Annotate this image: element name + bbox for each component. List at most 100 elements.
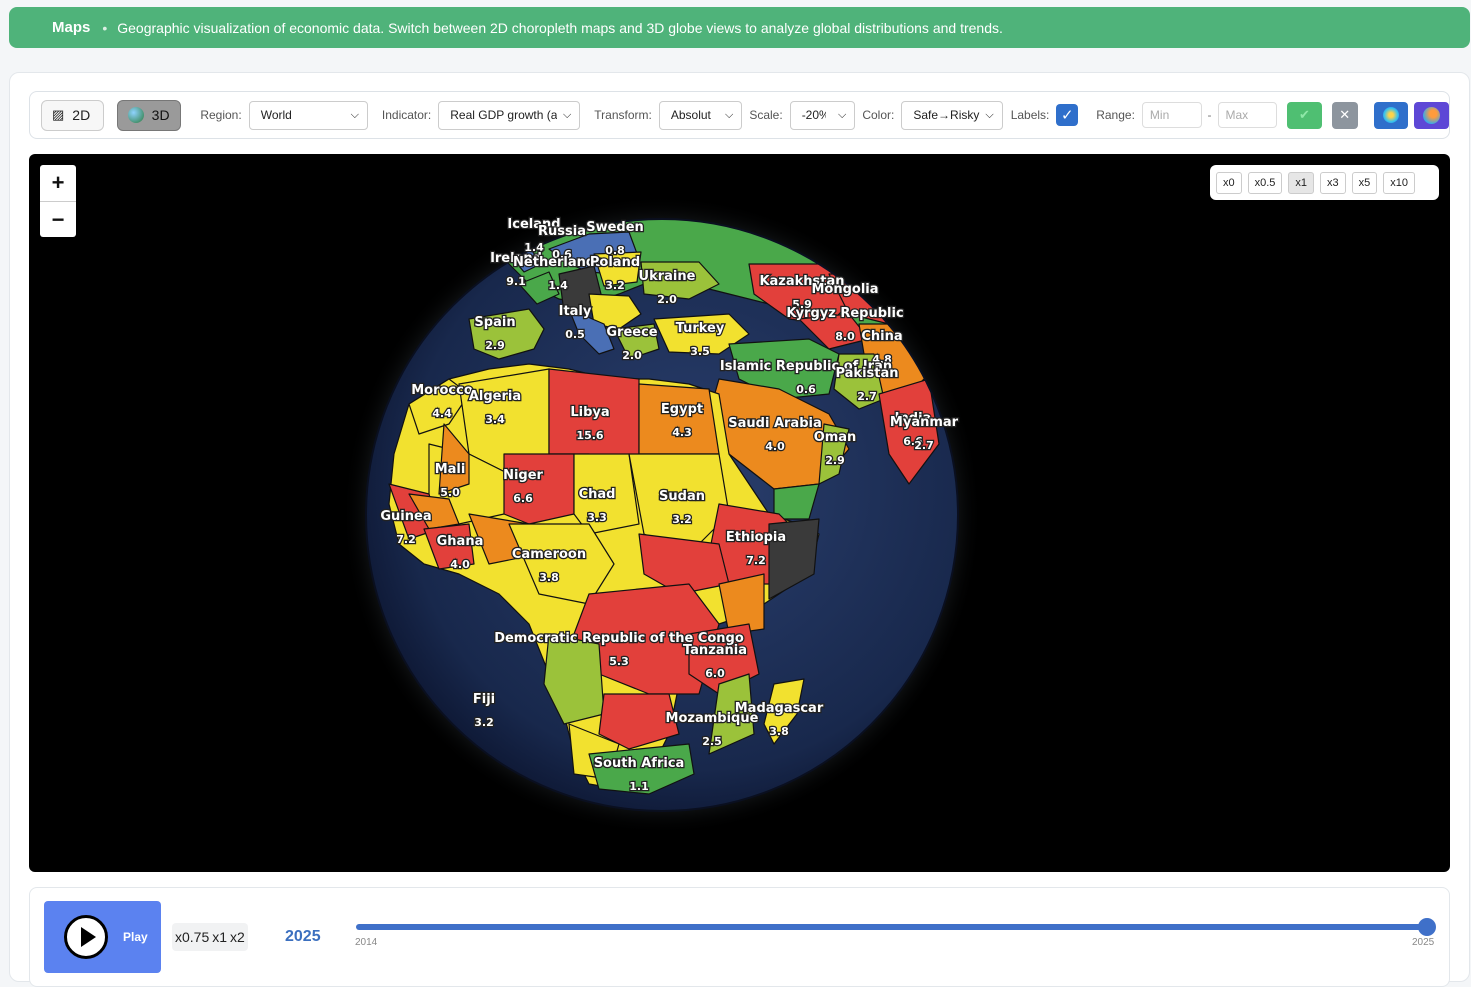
color-select[interactable]: Safe→Risky ⌵ [901,100,1003,130]
country-value: 3.5 [690,345,710,358]
country-label: Ethiopia [726,530,786,545]
apply-range-button[interactable]: ✔ [1287,101,1322,129]
country-label: Tanzania [683,643,747,658]
country-value: 2.7 [857,390,877,403]
world-map-button[interactable] [1414,101,1450,129]
country-value: 2.9 [485,339,505,352]
multiplier-x10[interactable]: x10 [1383,171,1416,194]
country-value: 3.8 [769,725,789,738]
country-value: 4.0 [765,440,785,453]
country-label: Algeria [469,389,521,404]
multiplier-x0[interactable]: x0 [1216,171,1242,194]
chevron-down-icon: ⌵ [837,108,847,121]
value-multiplier-bar: x0 x0.5 x1 x3 x5 x10 [1210,165,1439,200]
transform-value: Absolut [670,108,711,122]
range-max-input[interactable]: Max [1217,102,1278,128]
country-value: 2.7 [914,439,934,452]
timeline-slider-handle[interactable] [1418,918,1436,936]
country-label: Italy [559,304,592,319]
country-label: Sweden [586,220,644,235]
country-value: 3.4 [485,413,505,426]
scale-select[interactable]: -20% ⌵ [789,100,856,130]
land-egypt [638,383,720,455]
chevron-down-icon: ⌵ [350,108,359,121]
land-niger [503,453,575,525]
globe-spiral-icon [1382,107,1399,123]
country-label: Fiji [473,692,495,707]
timeline-slider[interactable] [356,924,1428,930]
view-2d-button[interactable]: ▨ 2D [41,99,104,131]
zoom-control: + − [40,165,76,237]
country-label: Mongolia [811,282,878,297]
country-label: Turkey [676,321,725,336]
country-value: 4.3 [672,426,692,439]
transform-select[interactable]: Absolut ⌵ [658,100,743,130]
play-button[interactable]: Play [44,901,161,973]
country-label: Oman [814,430,857,445]
world-map-icon [1423,106,1441,124]
timeline-start-year: 2014 [355,937,378,948]
view-3d-label: 3D [151,107,170,123]
country-value: 2.5 [702,735,722,748]
country-value: 5.3 [609,655,629,668]
multiplier-x5[interactable]: x5 [1351,171,1378,194]
country-value: 3.2 [672,513,692,526]
region-value: World [260,108,292,122]
clear-range-button[interactable]: ✕ [1331,101,1358,129]
indicator-label: Indicator: [381,108,432,122]
country-value: 0.6 [796,383,816,396]
country-label: Sudan [659,489,705,504]
scale-value: -20% [801,108,826,122]
rate-x0-75[interactable]: x0.75 [175,929,209,945]
rate-x1[interactable]: x1 [212,929,227,945]
region-select[interactable]: World ⌵ [248,100,368,130]
multiplier-x1[interactable]: x1 [1288,171,1315,194]
country-value: 3.2 [605,279,625,292]
multiplier-x0-5[interactable]: x0.5 [1247,171,1283,194]
globe-style-button[interactable] [1373,101,1409,129]
multiplier-x3[interactable]: x3 [1320,171,1346,194]
labels-checkbox[interactable]: ✓ [1056,104,1079,126]
country-value: 4.0 [450,558,470,571]
country-label: Myanmar [890,415,959,430]
country-label: Niger [503,468,543,483]
globe-canvas[interactable]: Iceland1.4Russia0.6Sweden0.8Ireland9.1Ne… [29,154,1450,872]
country-value: 2.0 [657,293,677,306]
country-label: Kyrgyz Republic [786,306,903,321]
color-label: Color: [862,108,895,122]
country-label: Ukraine [639,269,696,284]
range-min-input[interactable]: Min [1141,102,1202,128]
country-value: 7.2 [746,554,766,567]
country-value: 7.2 [396,533,416,546]
country-value: 3.2 [474,716,494,729]
play-label: Play [123,930,148,944]
country-label: China [861,329,902,344]
country-value: 1.4 [548,279,568,292]
play-icon [64,915,108,959]
country-value: 1.1 [629,780,649,793]
view-3d-button[interactable]: 3D [116,99,182,131]
country-value: 15.6 [576,429,603,442]
zoom-out-button[interactable]: − [40,201,76,237]
rate-x2[interactable]: x2 [230,929,245,945]
country-value: 5.0 [440,486,460,499]
info-banner: Maps • Geographic visualization of econo… [9,7,1470,48]
clear-x-icon: ✕ [1339,107,1351,122]
globe-icon [127,107,144,123]
globe-map[interactable]: Iceland 1.4 Russia 0.6 Sweden 0.8 Ireland 9.1 Ne… [29,154,1450,872]
chevron-down-icon: ⌵ [562,108,572,121]
country-value: 6.0 [705,667,725,680]
indicator-select[interactable]: Real GDP growth (a ⌵ [438,100,581,130]
region-label: Region: [200,108,242,122]
country-label: Morocco [411,383,473,398]
timeline-player: Play x0.75 x1 x2 2025 2014 2025 [29,887,1450,987]
timeline-end-year: 2025 [1412,937,1435,948]
country-label: Ghana [437,534,484,549]
country-value: 0.5 [565,328,585,341]
range-label: Range: [1096,108,1135,122]
scale-label: Scale: [749,108,783,122]
zoom-in-button[interactable]: + [40,165,76,201]
color-value: Safe→Risky [913,108,980,122]
chevron-down-icon: ⌵ [985,108,994,121]
country-label: Russia [538,224,586,239]
